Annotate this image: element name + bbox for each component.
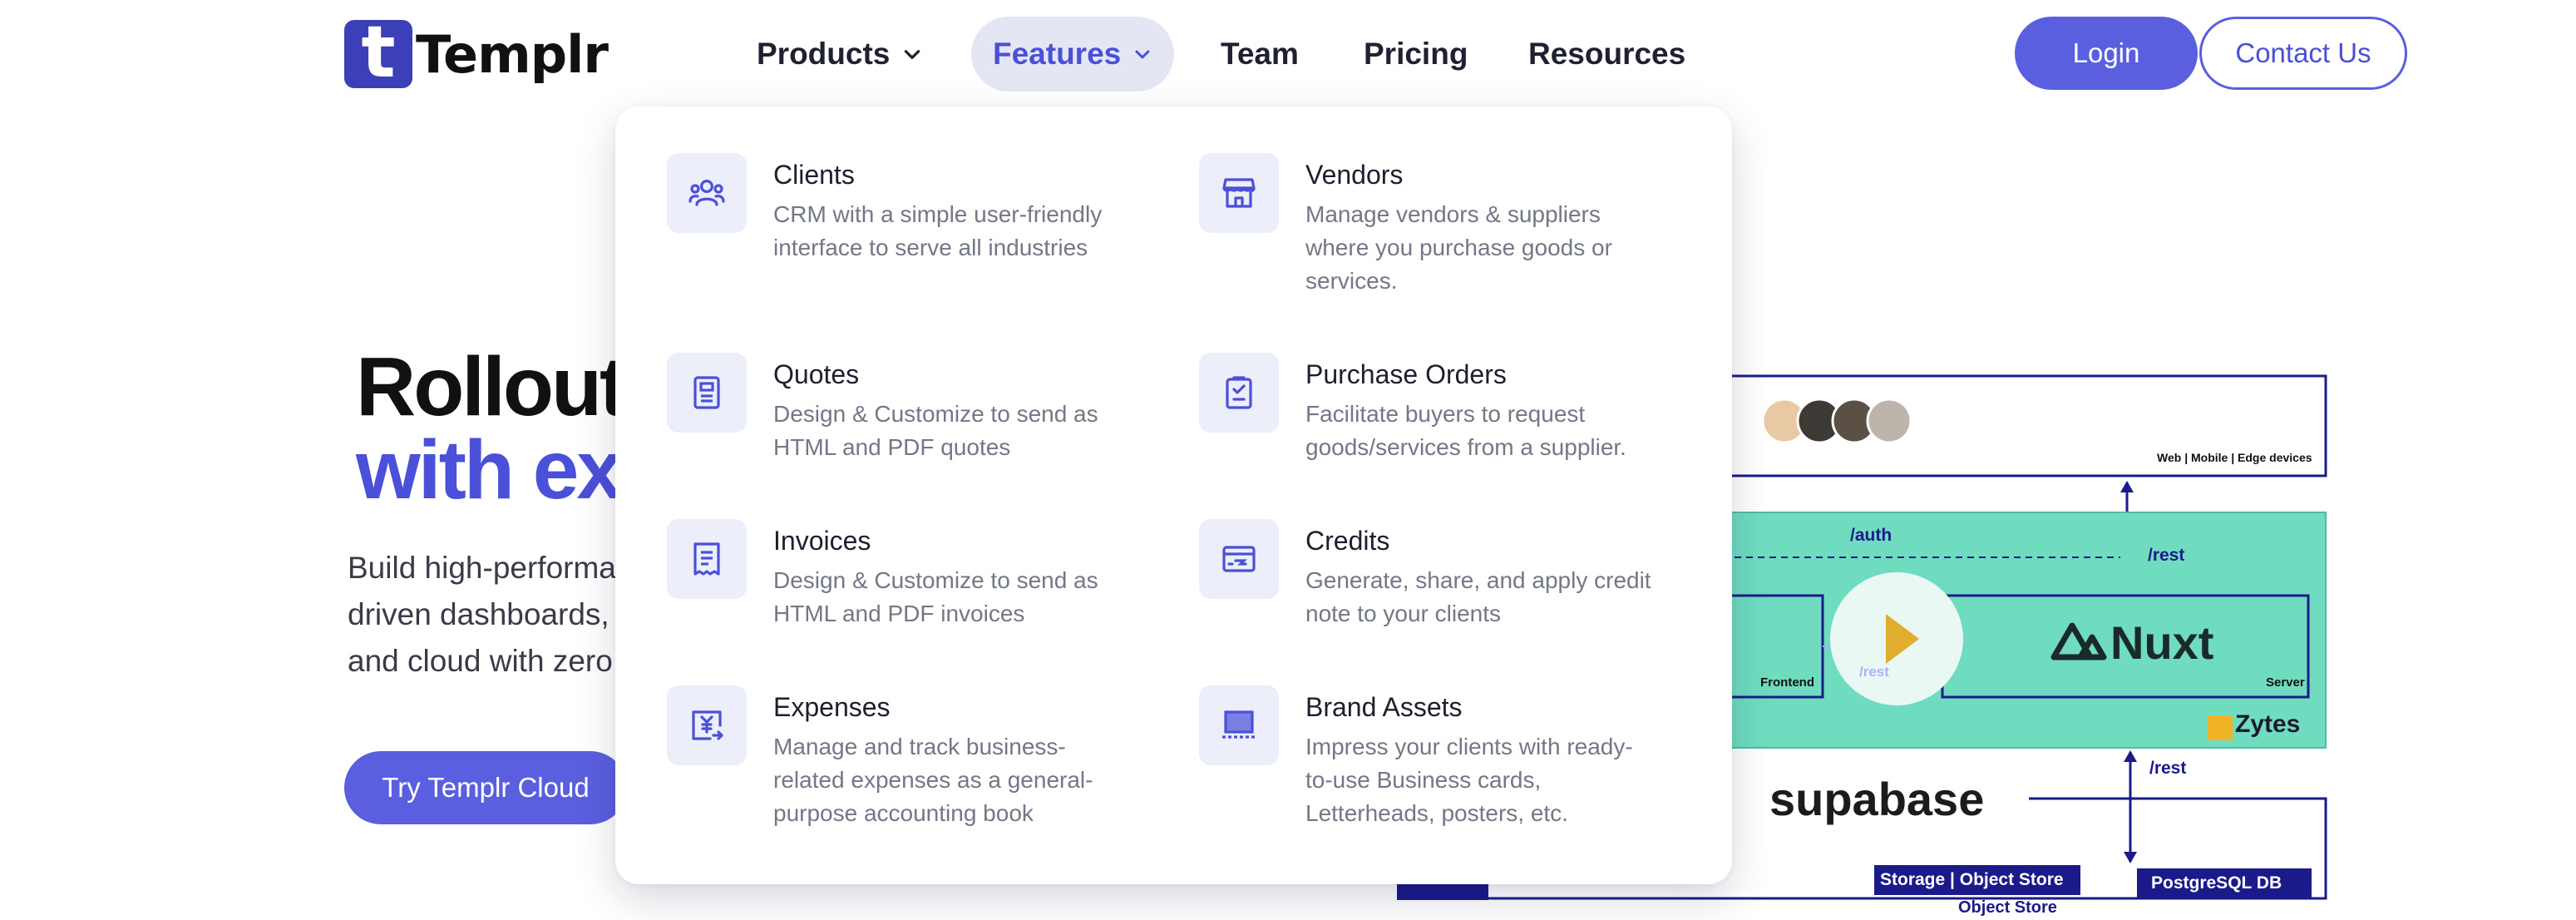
nav-pricing[interactable]: Pricing (1364, 17, 1468, 92)
auth-label: /auth (1850, 526, 1893, 545)
menu-item-invoices[interactable]: Invoices Design & Customize to send as H… (667, 519, 1182, 631)
chevron-down-icon (1135, 50, 1150, 59)
hero-description-line2: driven dashboards, (348, 597, 609, 631)
laptop-icon (1199, 685, 1279, 765)
server-label: Server (2266, 675, 2305, 690)
contact-us-button[interactable]: Contact Us (2199, 17, 2407, 90)
logo-mark: t (344, 17, 412, 88)
postgres-label: PostgreSQL DB (2151, 873, 2282, 893)
menu-item-title: Vendors (1305, 160, 1404, 190)
menu-item-title: Credits (1305, 526, 1390, 556)
object-store-label: Object Store (1958, 898, 2057, 917)
clipboard-check-icon (1199, 353, 1279, 433)
storage-label: Storage | Object Store (1880, 870, 2064, 889)
menu-item-title: Expenses (773, 692, 891, 722)
rest-bottom-label: /rest (2149, 759, 2187, 778)
logo-text: Templr (416, 23, 609, 85)
menu-item-description: Impress your clients with ready- to-use … (1305, 734, 1633, 826)
menu-item-title: Brand Assets (1305, 692, 1463, 722)
hero-description-line3: and cloud with zero (348, 644, 613, 678)
nuxt-label: Nuxt (2110, 616, 2214, 669)
menu-item-title: Clients (773, 160, 855, 190)
menu-item-quotes[interactable]: Quotes Design & Customize to send as HTM… (667, 353, 1182, 464)
receipt-icon (667, 519, 747, 599)
menu-item-title: Quotes (773, 359, 860, 389)
menu-item-title: Purchase Orders (1305, 359, 1507, 389)
document-icon (667, 353, 747, 433)
templr-logo[interactable]: t Templr (344, 17, 609, 88)
zytes-label: Zytes (2235, 710, 2301, 738)
nav-products-label: Products (757, 37, 891, 71)
menu-item-clients[interactable]: Clients CRM with a simple user-friendly … (667, 153, 1182, 265)
menu-item-purchase-orders[interactable]: Purchase Orders Facilitate buyers to req… (1199, 353, 1715, 464)
credit-card-icon (1199, 519, 1279, 599)
hero-title-line1: Rollout (356, 340, 627, 433)
nav-team[interactable]: Team (1221, 17, 1299, 92)
hero-description-line1: Build high-performa (348, 551, 616, 585)
menu-item-vendors[interactable]: Vendors Manage vendors & suppliers where… (1199, 153, 1715, 298)
nav-resources[interactable]: Resources (1528, 17, 1685, 92)
menu-item-description: Facilitate buyers to request goods/servi… (1305, 401, 1626, 460)
menu-item-credits[interactable]: Credits Generate, share, and apply credi… (1199, 519, 1715, 631)
nav-features[interactable]: Features (971, 17, 1174, 92)
menu-item-description: Generate, share, and apply credit note t… (1305, 567, 1651, 626)
supabase-label: supabase (1769, 773, 1985, 825)
features-dropdown: Clients CRM with a simple user-friendly … (615, 106, 1732, 884)
users-icon (667, 153, 747, 233)
menu-item-brand-assets[interactable]: Brand Assets Impress your clients with r… (1199, 685, 1715, 830)
rest-inner-label: /rest (1859, 664, 1889, 680)
menu-item-expenses[interactable]: Expenses Manage and track business- rela… (667, 685, 1182, 830)
store-icon (1199, 153, 1279, 233)
frontend-label: Frontend (1760, 675, 1814, 690)
nav-products[interactable]: Products (757, 17, 923, 92)
rest-top-label: /rest (2148, 546, 2185, 565)
yen-transfer-icon (667, 685, 747, 765)
hero-title-line2: with ext (356, 423, 648, 517)
client-label: Web | Mobile | Edge devices (2157, 451, 2312, 464)
menu-item-description: Design & Customize to send as HTML and P… (773, 567, 1098, 626)
menu-item-title: Invoices (773, 526, 871, 556)
zytes-logo (2208, 715, 2233, 740)
try-templr-cloud-button[interactable]: Try Templr Cloud (344, 751, 627, 824)
nav-features-label: Features (993, 37, 1122, 71)
login-button[interactable]: Login (2015, 17, 2198, 90)
menu-item-description: Manage vendors & suppliers where you pur… (1305, 201, 1612, 294)
menu-item-description: CRM with a simple user-friendly interfac… (773, 201, 1103, 260)
menu-item-description: Manage and track business- related expen… (773, 734, 1093, 826)
chevron-down-icon (905, 50, 920, 59)
menu-item-description: Design & Customize to send as HTML and P… (773, 401, 1098, 460)
